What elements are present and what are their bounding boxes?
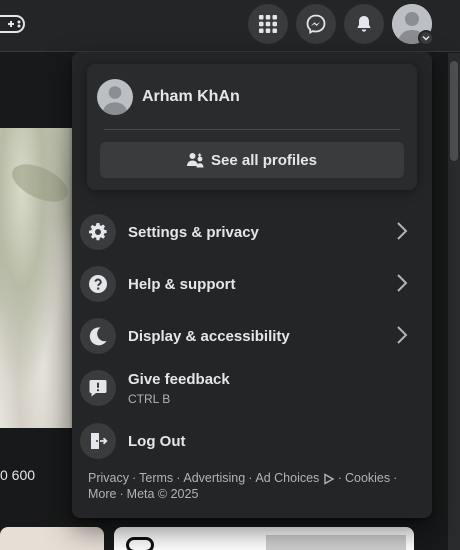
- chevron-down-icon: [422, 35, 430, 41]
- chevron-right-icon: [397, 326, 408, 344]
- logout-icon: [91, 433, 108, 449]
- exclamation-icon: [89, 380, 107, 397]
- footer-link-ad-choices[interactable]: Ad Choices: [255, 471, 319, 485]
- menu-item-settings-privacy[interactable]: Settings & privacy: [80, 207, 424, 257]
- menu-item-label: Give feedback: [128, 370, 230, 388]
- menu-grid-icon: [259, 15, 277, 33]
- game-controller-icon[interactable]: [0, 12, 26, 36]
- card-logo: [126, 537, 154, 550]
- menu-footer: Privacy · Terms · Advertising · Ad Choices · Co…: [88, 471, 398, 501]
- keyboard-shortcut-hint: CTRL B: [128, 391, 171, 406]
- notifications-button[interactable]: [344, 4, 384, 44]
- divider: [104, 129, 400, 130]
- account-dropdown-badge[interactable]: [418, 30, 434, 46]
- icon-container: [80, 370, 116, 406]
- icon-container: [80, 423, 116, 459]
- menu-item-label: Help & support: [128, 275, 236, 293]
- icon-container: [80, 266, 116, 302]
- chevron-right-icon: [397, 222, 408, 240]
- messenger-icon: [306, 14, 326, 34]
- profile-row[interactable]: Arham KhAn: [97, 74, 407, 120]
- messenger-button[interactable]: [296, 4, 336, 44]
- card-thumbnail: [266, 535, 406, 550]
- menu-item-log-out[interactable]: Log Out: [80, 416, 424, 466]
- feed-card[interactable]: [0, 527, 104, 550]
- menu-item-help-support[interactable]: Help & support: [80, 259, 424, 309]
- menu-item-label: Log Out: [128, 432, 186, 450]
- bell-icon: [357, 16, 371, 32]
- question-icon: [89, 275, 107, 293]
- gear-icon: [89, 223, 107, 241]
- ad-choices-icon: [324, 473, 335, 485]
- footer-link-more[interactable]: More: [88, 487, 116, 501]
- footer-link-cookies[interactable]: Cookies: [345, 471, 390, 485]
- menu-item-label: Display & accessibility: [128, 327, 290, 345]
- chevron-right-icon: [397, 274, 408, 292]
- footer-link-terms[interactable]: Terms: [139, 471, 173, 485]
- post-image[interactable]: [0, 128, 74, 428]
- account-menu: Arham KhAn See all profiles Settings & p…: [72, 52, 432, 518]
- avatar-icon: [97, 79, 133, 115]
- menu-item-give-feedback[interactable]: Give feedback CTRL B: [80, 363, 424, 413]
- see-all-profiles-button[interactable]: See all profiles: [100, 142, 404, 178]
- page-scrollbar[interactable]: [448, 53, 460, 550]
- feed-card[interactable]: [114, 527, 414, 550]
- post-reaction-count: 0 600: [0, 467, 36, 483]
- top-navigation-bar: [0, 0, 460, 52]
- menu-item-label: Settings & privacy: [128, 223, 259, 241]
- menu-item-display-accessibility[interactable]: Display & accessibility: [80, 311, 424, 361]
- menu-button[interactable]: [248, 4, 288, 44]
- icon-container: [80, 318, 116, 354]
- icon-container: [80, 214, 116, 250]
- footer-link-advertising[interactable]: Advertising: [183, 471, 245, 485]
- profile-avatar: [97, 79, 133, 115]
- profiles-icon: [187, 153, 204, 168]
- account-button[interactable]: [392, 4, 434, 46]
- footer-link-privacy[interactable]: Privacy: [88, 471, 129, 485]
- profile-card: Arham KhAn See all profiles: [87, 64, 417, 190]
- footer-copyright: Meta © 2025: [126, 487, 199, 501]
- see-all-profiles-label: See all profiles: [211, 151, 317, 169]
- profile-name: Arham KhAn: [142, 88, 240, 105]
- moon-icon: [89, 327, 107, 346]
